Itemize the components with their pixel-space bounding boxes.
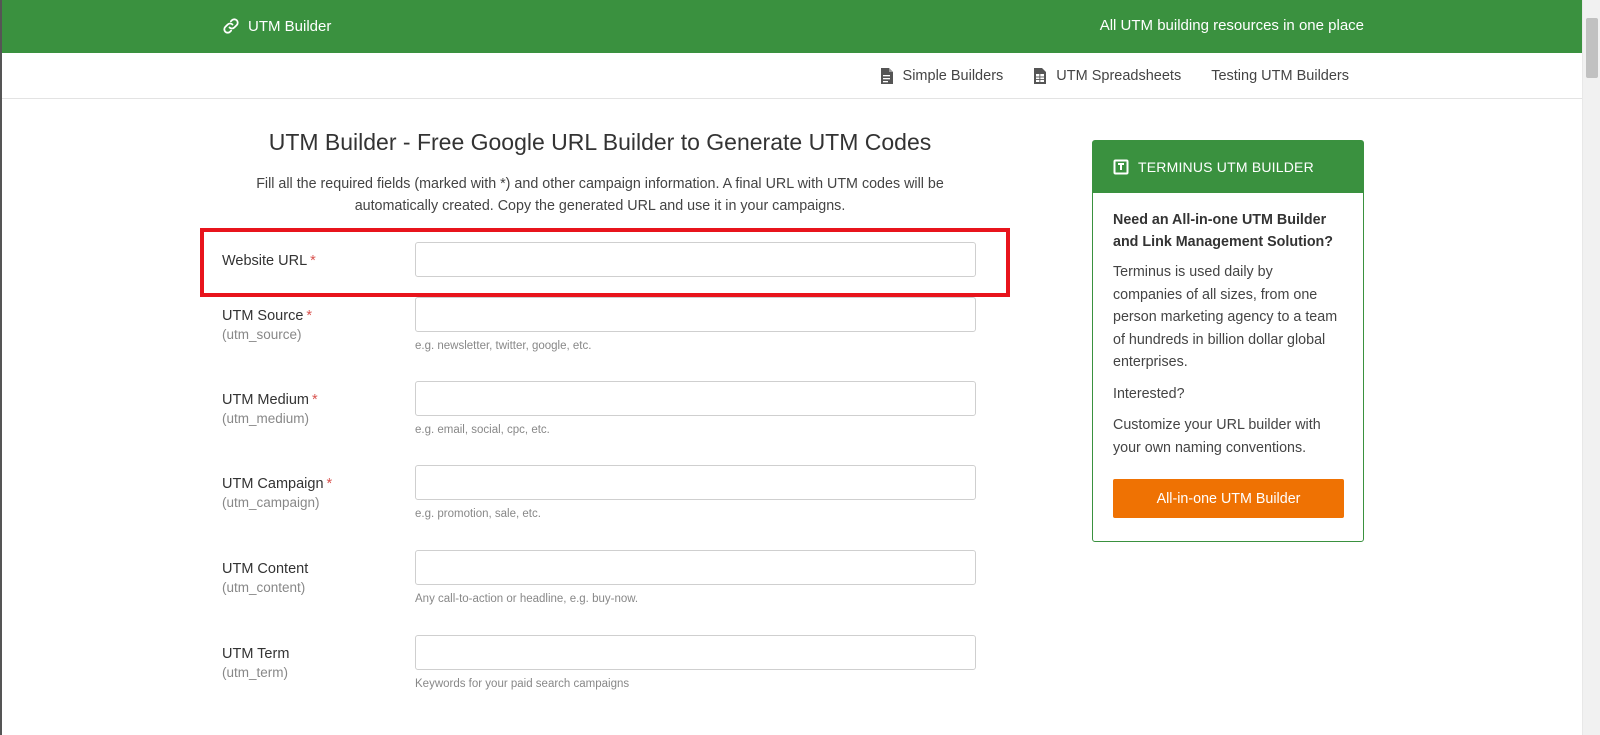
utm-campaign-hint: e.g. promotion, sale, etc.: [415, 508, 541, 520]
nav-testing-utm-builders[interactable]: Testing UTM Builders: [1211, 68, 1349, 84]
brand-link[interactable]: UTM Builder: [222, 15, 331, 37]
utm-medium-row: UTM Medium * (utm_medium) e.g. email, soc…: [200, 381, 990, 461]
utm-campaign-input[interactable]: [415, 465, 976, 500]
utm-campaign-param: (utm_campaign): [222, 495, 320, 510]
website-url-input[interactable]: [415, 242, 976, 277]
promo-customize: Customize your URL builder with your own…: [1113, 417, 1321, 456]
nav-utm-spreadsheets[interactable]: UTM Spreadsheets: [1033, 68, 1181, 84]
utm-campaign-row: UTM Campaign * (utm_campaign) e.g. promot…: [200, 465, 990, 545]
utm-term-label: UTM Term: [222, 646, 290, 662]
utm-medium-label: UTM Medium *: [222, 392, 318, 408]
nav-simple-builders[interactable]: Simple Builders: [880, 68, 1004, 84]
utm-source-param: (utm_source): [222, 327, 302, 342]
utm-term-hint: Keywords for your paid search campaigns: [415, 678, 630, 690]
promo-title: TERMINUS UTM BUILDER: [1138, 159, 1314, 175]
utm-term-param: (utm_term): [222, 665, 289, 680]
required-marker: *: [306, 308, 313, 324]
utm-source-row: UTM Source * (utm_source) e.g. newsletter…: [200, 297, 990, 377]
header-tagline: All UTM building resources in one place: [1099, 17, 1364, 34]
page-scrollbar[interactable]: [1582, 0, 1600, 735]
utm-medium-param: (utm_medium): [222, 411, 310, 426]
utm-content-input[interactable]: [415, 550, 976, 585]
required-marker: *: [326, 476, 333, 492]
intro-text: Fill all the required fields (marked wit…: [256, 176, 944, 214]
utm-source-hint: e.g. newsletter, twitter, google, etc.: [415, 340, 592, 352]
top-header: UTM Builder All UTM building resources i…: [0, 0, 1582, 53]
promo-header: TERMINUS UTM BUILDER: [1093, 141, 1363, 193]
terminus-promo-panel: TERMINUS UTM BUILDER Need an All-in-one …: [1092, 140, 1364, 542]
nav-simple-builders-label: Simple Builders: [902, 68, 1004, 84]
all-in-one-builder-button[interactable]: All-in-one UTM Builder: [1113, 479, 1344, 518]
utm-term-row: UTM Term (utm_term) Keywords for your pa…: [200, 635, 990, 715]
nav-testing-utm-builders-label: Testing UTM Builders: [1211, 68, 1349, 84]
required-marker: *: [312, 392, 318, 408]
website-url-label: Website URL *: [222, 253, 316, 269]
promo-question: Need an All-in-one UTM Builder and Link …: [1113, 212, 1334, 250]
utm-source-label: UTM Source *: [222, 308, 313, 324]
utm-content-hint: Any call-to-action or headline, e.g. buy…: [415, 593, 639, 605]
promo-interested: Interested?: [1113, 385, 1185, 402]
utm-campaign-label: UTM Campaign *: [222, 476, 333, 492]
nav-utm-spreadsheets-label: UTM Spreadsheets: [1056, 68, 1182, 84]
utm-source-input[interactable]: [415, 297, 976, 332]
utm-content-row: UTM Content (utm_content) Any call-to-ac…: [200, 550, 990, 630]
secondary-nav: Simple Builders UTM Spreadsheets Testing…: [0, 53, 1582, 99]
window-edge: [0, 0, 2, 735]
terminus-logo-icon: [1113, 159, 1129, 175]
utm-term-input[interactable]: [415, 635, 976, 670]
utm-medium-input[interactable]: [415, 381, 976, 416]
required-marker: *: [310, 253, 316, 269]
link-icon: [223, 18, 239, 34]
utm-content-label: UTM Content: [222, 561, 309, 577]
utm-content-param: (utm_content): [222, 580, 306, 595]
page-title: UTM Builder - Free Google URL Builder to…: [268, 129, 932, 155]
brand-name: UTM Builder: [248, 17, 332, 35]
utm-medium-hint: e.g. email, social, cpc, etc.: [415, 424, 550, 436]
scrollbar-thumb[interactable]: [1586, 18, 1598, 78]
promo-description: Terminus is used daily by companies of a…: [1113, 264, 1338, 370]
spreadsheet-icon: [1034, 68, 1047, 84]
document-icon: [880, 68, 893, 84]
